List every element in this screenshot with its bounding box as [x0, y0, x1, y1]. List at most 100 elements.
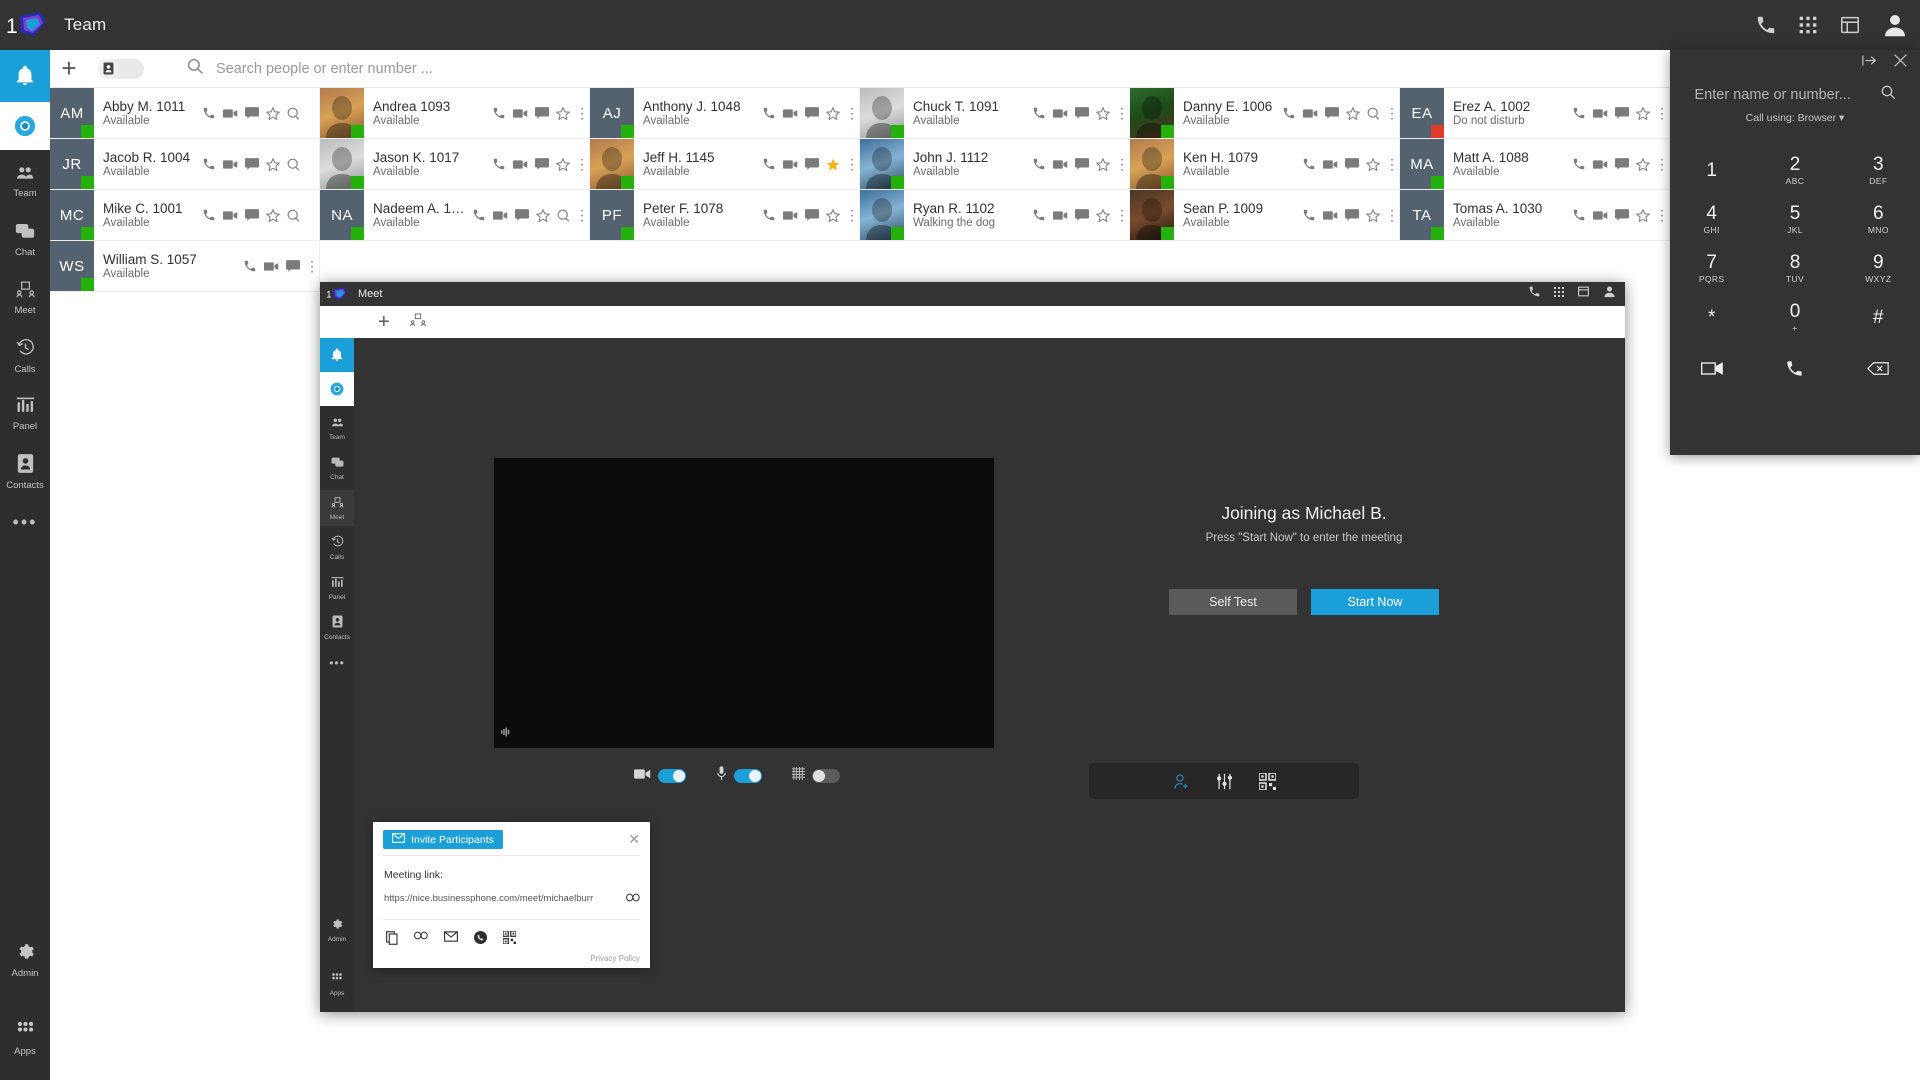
email-icon[interactable]: [444, 931, 458, 945]
phone-icon[interactable]: [492, 106, 506, 120]
video-icon[interactable]: [783, 210, 798, 221]
dialer-key-4[interactable]: 4 GHI: [1670, 199, 1753, 239]
meet-sidebar-item-calls[interactable]: Calls: [320, 530, 354, 566]
phone-icon[interactable]: [202, 106, 216, 120]
camera-switch[interactable]: [658, 769, 686, 783]
contact-card[interactable]: NA Nadeem A. 1007 Available ⋮: [320, 190, 590, 241]
contact-card[interactable]: EA Erez A. 1002 Do not disturb ⋮: [1400, 88, 1670, 139]
video-call-icon[interactable]: [1670, 351, 1753, 385]
contact-more-button[interactable]: ⋮: [575, 190, 589, 240]
sidebar-item-panel[interactable]: Panel: [0, 388, 50, 440]
star-icon[interactable]: [826, 158, 840, 171]
collapse-icon[interactable]: [1862, 53, 1877, 73]
video-icon[interactable]: [1053, 210, 1068, 221]
phone-icon[interactable]: [762, 157, 776, 171]
chat-icon[interactable]: [535, 158, 549, 170]
star-icon[interactable]: [556, 157, 570, 171]
contact-card[interactable]: Chuck T. 1091 Available ⋮: [860, 88, 1130, 139]
invite-participants-button[interactable]: Invite Participants: [383, 830, 503, 849]
meet-add-button[interactable]: +: [378, 311, 390, 334]
contact-card[interactable]: AJ Anthony J. 1048 Available ⋮: [590, 88, 860, 139]
close-icon[interactable]: [1893, 53, 1908, 73]
video-icon[interactable]: [783, 108, 798, 119]
chat-icon[interactable]: [1615, 107, 1629, 119]
video-icon[interactable]: [1593, 108, 1608, 119]
call-using-selector[interactable]: Call using: Browser ▾: [1670, 112, 1920, 124]
search-input[interactable]: [216, 60, 916, 77]
contact-card[interactable]: Sean P. 1009 Available ⋮: [1130, 190, 1400, 241]
star-icon[interactable]: [826, 106, 840, 120]
sidebar-item-apps[interactable]: Apps: [0, 1012, 50, 1064]
star-icon[interactable]: [1096, 157, 1110, 171]
contact-card[interactable]: AM Abby M. 1011 Available: [50, 88, 320, 139]
microphone-switch[interactable]: [734, 769, 762, 783]
account-icon[interactable]: [1880, 10, 1910, 40]
video-icon[interactable]: [783, 159, 798, 170]
video-icon[interactable]: [493, 210, 508, 221]
queue-icon[interactable]: [287, 209, 300, 222]
camera-toggle-control[interactable]: [634, 767, 686, 785]
chat-icon[interactable]: [805, 158, 819, 170]
contact-more-button[interactable]: ⋮: [1115, 139, 1129, 189]
contact-card[interactable]: MC Mike C. 1001 Available: [50, 190, 320, 241]
contact-more-button[interactable]: ⋮: [575, 139, 589, 189]
contact-more-button[interactable]: ⋮: [845, 190, 859, 240]
queue-icon[interactable]: [287, 107, 300, 120]
contact-card[interactable]: Jason K. 1017 Available ⋮: [320, 139, 590, 190]
settings-sliders-icon[interactable]: [1216, 773, 1233, 790]
video-icon[interactable]: [223, 210, 238, 221]
contact-more-button[interactable]: ⋮: [1385, 88, 1399, 138]
contact-more-button[interactable]: ⋮: [1655, 190, 1669, 240]
phone-icon[interactable]: [1032, 157, 1046, 171]
chat-icon[interactable]: [1345, 209, 1359, 221]
star-icon[interactable]: [1366, 157, 1380, 171]
copy-icon[interactable]: [386, 931, 398, 945]
meet-sidebar-item-panel[interactable]: Panel: [320, 570, 354, 606]
dialer-key-hash[interactable]: #: [1837, 297, 1920, 337]
sidebar-item-meet[interactable]: Meet: [0, 272, 50, 324]
video-icon[interactable]: [1303, 108, 1318, 119]
star-icon[interactable]: [266, 208, 280, 222]
contact-more-button[interactable]: ⋮: [845, 88, 859, 138]
star-icon[interactable]: [1636, 208, 1650, 222]
dialer-key-2[interactable]: 2 ABC: [1753, 150, 1836, 190]
close-icon[interactable]: ✕: [628, 831, 640, 848]
video-icon[interactable]: [513, 159, 528, 170]
star-icon[interactable]: [1636, 157, 1650, 171]
whatsapp-icon[interactable]: [474, 931, 487, 945]
contacts-view-toggle[interactable]: [98, 58, 144, 79]
contact-card[interactable]: Danny E. 1006 Available ⋮: [1130, 88, 1400, 139]
meet-sidebar-item-apps[interactable]: Apps: [320, 966, 354, 1002]
account-icon[interactable]: [1602, 284, 1617, 304]
keypad-icon[interactable]: [1553, 285, 1565, 303]
sidebar-item-team[interactable]: Team: [0, 156, 50, 208]
sidebar-item-calls[interactable]: Calls: [0, 330, 50, 382]
dialer-key-8[interactable]: 8 TUV: [1753, 248, 1836, 288]
meet-sidebar-item-admin[interactable]: Admin: [320, 912, 354, 948]
dialer-key-3[interactable]: 3 DEF: [1837, 150, 1920, 190]
contact-more-button[interactable]: ⋮: [1655, 88, 1669, 138]
contact-card[interactable]: Ken H. 1079 Available ⋮: [1130, 139, 1400, 190]
apps-icon[interactable]: [1838, 13, 1862, 37]
meet-notifications-bell-icon[interactable]: [320, 338, 354, 372]
chrome-browser-icon[interactable]: [0, 102, 50, 150]
blur-toggle-control[interactable]: [792, 767, 840, 785]
video-icon[interactable]: [1053, 159, 1068, 170]
contact-card[interactable]: JR Jacob R. 1004 Available: [50, 139, 320, 190]
video-icon[interactable]: [513, 108, 528, 119]
start-now-button[interactable]: Start Now: [1311, 589, 1439, 615]
contact-more-button[interactable]: ⋮: [1385, 139, 1399, 189]
chat-icon[interactable]: [1075, 107, 1089, 119]
chat-icon[interactable]: [1615, 209, 1629, 221]
notifications-bell-icon[interactable]: [0, 50, 50, 102]
phone-icon[interactable]: [1032, 106, 1046, 120]
queue-icon[interactable]: [1367, 107, 1380, 120]
backspace-icon[interactable]: [1837, 351, 1920, 385]
chat-icon[interactable]: [805, 209, 819, 221]
microphone-toggle-control[interactable]: [716, 766, 762, 786]
link-icon[interactable]: [414, 931, 428, 945]
chat-icon[interactable]: [805, 107, 819, 119]
contact-card[interactable]: John J. 1112 Available ⋮: [860, 139, 1130, 190]
star-icon[interactable]: [1346, 106, 1360, 120]
phone-icon[interactable]: [762, 106, 776, 120]
